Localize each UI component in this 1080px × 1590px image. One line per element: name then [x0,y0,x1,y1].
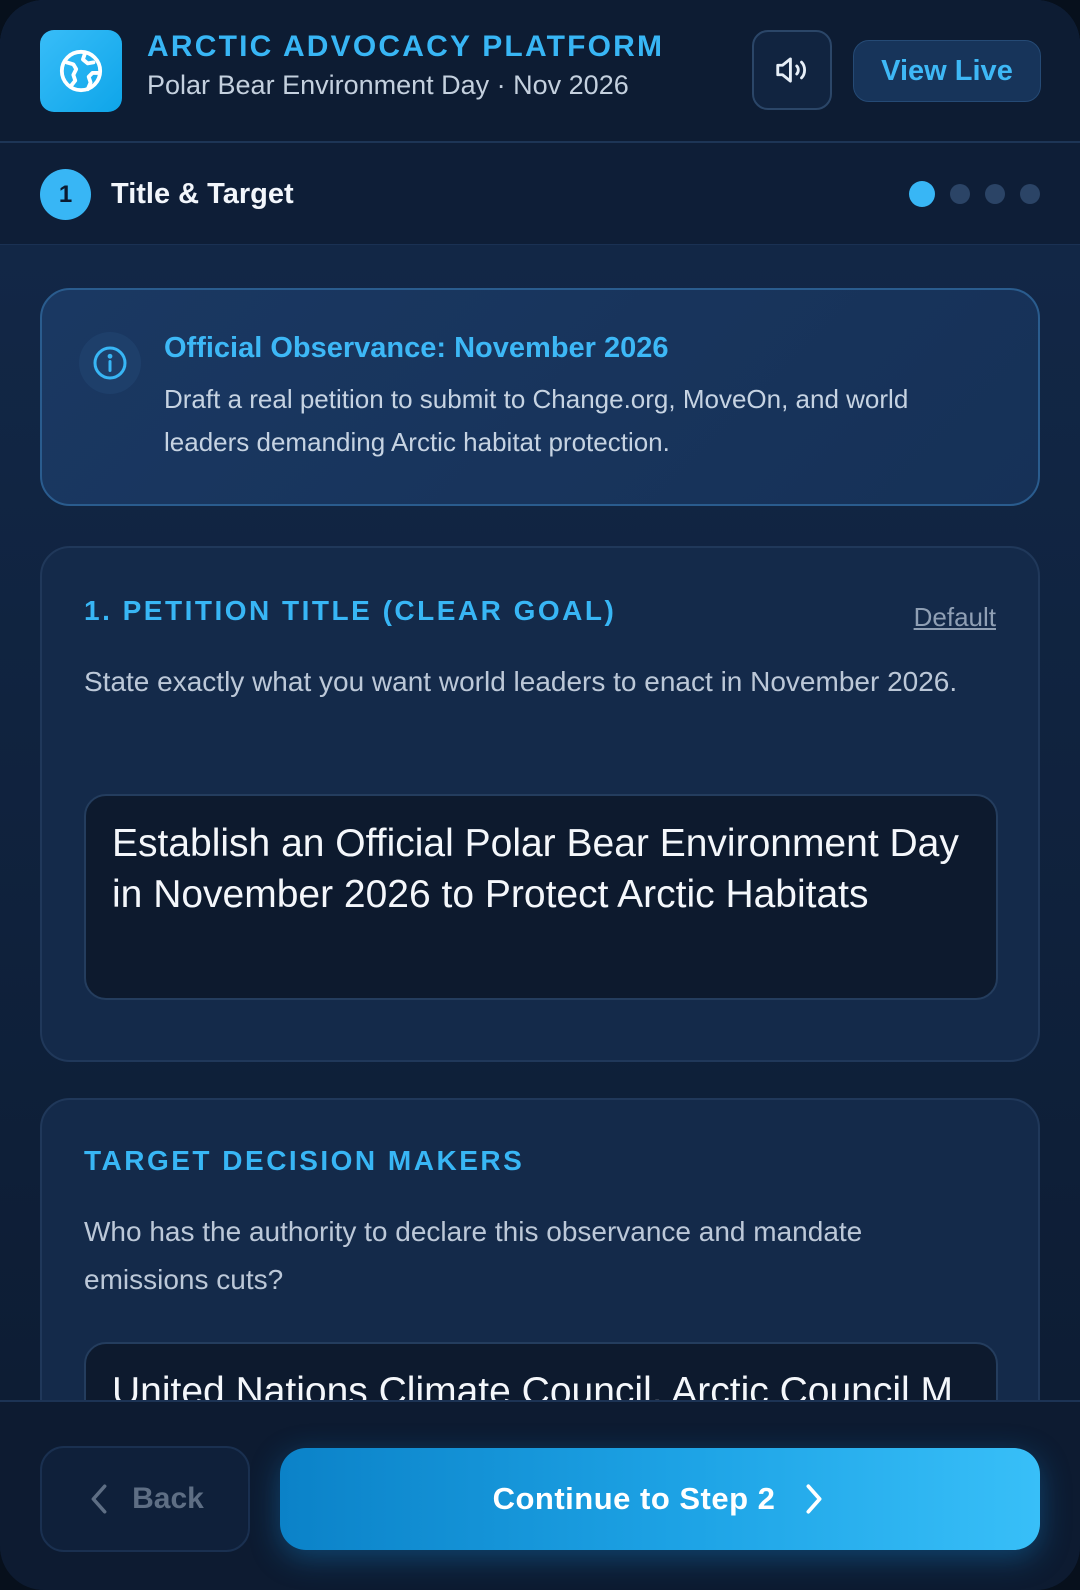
globe-icon [59,49,103,93]
app-logo [40,30,122,112]
sound-toggle-button[interactable] [752,30,832,110]
step-dot-1 [909,181,935,207]
step-number-badge: 1 [40,169,91,220]
chevron-right-icon [806,1484,822,1514]
app-screen: ARCTIC ADVOCACY PLATFORM Polar Bear Envi… [0,0,1080,1590]
bottom-action-bar: Back Continue to Step 2 [0,1400,1080,1590]
observance-info-card: Official Observance: November 2026 Draft… [40,288,1040,506]
back-button[interactable]: Back [40,1446,250,1552]
petition-title-textarea[interactable]: Establish an Official Polar Bear Environ… [84,794,998,1000]
default-link[interactable]: Default [914,602,996,633]
target-decision-makers-description: Who has the authority to declare this ob… [84,1216,863,1295]
app-header: ARCTIC ADVOCACY PLATFORM Polar Bear Envi… [0,0,1080,143]
view-live-button[interactable]: View Live [853,40,1041,102]
step-dot-3 [985,184,1005,204]
continue-button[interactable]: Continue to Step 2 [280,1448,1040,1550]
info-icon [79,332,141,394]
step-dot-2 [950,184,970,204]
chevron-left-icon [91,1484,107,1514]
app-subtitle: Polar Bear Environment Day · Nov 2026 [147,70,629,100]
petition-title-description: State exactly what you want world leader… [84,666,958,697]
info-title: Official Observance: November 2026 [164,332,669,364]
back-button-label: Back [132,1482,204,1515]
continue-button-label: Continue to Step 2 [492,1481,776,1516]
petition-title-card: 1. PETITION TITLE (CLEAR GOAL) Default S… [40,546,1040,1062]
petition-title-heading: 1. PETITION TITLE (CLEAR GOAL) [84,595,617,626]
target-decision-makers-heading: TARGET DECISION MAKERS [84,1145,525,1176]
speaker-icon [776,57,807,83]
step-dot-4 [1020,184,1040,204]
step-progress-dots [909,181,1040,207]
info-body: Draft a real petition to submit to Chang… [164,384,909,457]
step-indicator-bar: 1 Title & Target [0,143,1080,245]
app-title: ARCTIC ADVOCACY PLATFORM [147,30,665,63]
step-title: Title & Target [111,178,294,210]
